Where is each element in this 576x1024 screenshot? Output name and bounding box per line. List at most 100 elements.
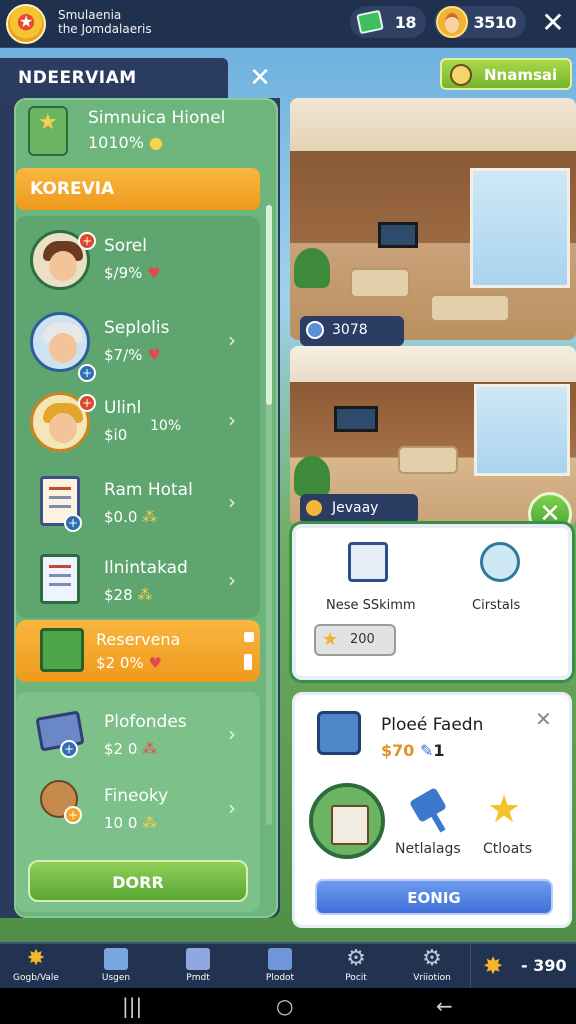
gear-icon: ⚙ xyxy=(346,946,366,971)
scrollbar-thumb[interactable] xyxy=(266,205,272,405)
scrollbar[interactable] xyxy=(266,205,272,825)
nav-label: Usgen xyxy=(101,973,131,983)
item-value: $/9% ♥ xyxy=(104,264,161,282)
plant xyxy=(294,456,330,496)
tv xyxy=(378,222,418,248)
tv xyxy=(334,406,378,432)
heart-icon: ♥ xyxy=(147,264,161,282)
build-card: Nese SSkimm Cirstals ★ 200 xyxy=(292,524,572,680)
list-item[interactable]: + Plofondes $2 0 ⁂ › xyxy=(16,698,260,776)
nav-item-gogb[interactable]: ✸ Gogb/Vale xyxy=(0,944,72,988)
app-title-line1: Smulaenia xyxy=(58,8,122,22)
item-name: Seplolis xyxy=(104,318,170,338)
window xyxy=(474,384,570,476)
dorr-button[interactable]: DORR xyxy=(28,860,248,902)
room-tag-1: 3078 xyxy=(300,316,404,346)
close-icon[interactable]: ✕ xyxy=(538,8,568,38)
item-extra: 10% xyxy=(150,418,182,434)
close-icon[interactable]: ✕ xyxy=(535,707,552,731)
profile-header: Simnuica Hionel 1010% ● xyxy=(16,100,276,164)
item-name: Plofondes xyxy=(104,712,187,732)
cash-icon: ⁂ xyxy=(142,740,158,758)
room-tag-2: Jevaay xyxy=(300,494,418,524)
profile-value: 1010% ● xyxy=(88,133,163,152)
plus-icon: + xyxy=(64,514,82,532)
coin-icon xyxy=(306,500,322,516)
room-tag-1-value: 3078 xyxy=(332,322,368,338)
app-title: Smulaenia the Jomdalaeris xyxy=(58,8,152,36)
panel-header: NDEERVIAM xyxy=(0,58,228,98)
coin-counter[interactable]: 3510 xyxy=(434,6,526,38)
coin-value: 3510 xyxy=(473,13,516,32)
item-name: Ram Hotal xyxy=(104,480,193,500)
avatar xyxy=(30,312,90,372)
search-icon xyxy=(450,64,472,86)
room-preview-1[interactable] xyxy=(290,98,576,340)
energy-value: - 390 xyxy=(521,956,567,975)
plus-icon: + xyxy=(64,806,82,824)
cash-icon: ⁂ xyxy=(137,586,153,604)
name-button-label: Nnamsai xyxy=(484,66,558,84)
heart-icon: ♥ xyxy=(147,346,161,364)
list-item[interactable]: Ilnintakad $28 ⁂ › xyxy=(16,544,260,622)
room-tag-2-value: Jevaay xyxy=(332,500,379,516)
list-item[interactable]: + Seplolis $7/% ♥ › xyxy=(16,304,260,382)
nav-label: Plodot xyxy=(265,973,295,983)
hammer-icon[interactable] xyxy=(409,787,447,823)
name-button[interactable]: Nnamsai xyxy=(440,58,572,90)
map-icon xyxy=(268,948,292,970)
bottom-nav: ✸ Gogb/Vale Usgen Pmdt Plodot ⚙ Pocit ⚙ … xyxy=(0,942,576,988)
reserve-value: $2 0% ♥ xyxy=(96,654,162,672)
cash-counter[interactable]: 18 xyxy=(350,6,426,38)
app-logo-icon xyxy=(6,4,46,44)
reserve-name: Reservena xyxy=(96,630,181,649)
nav-label: Vriiotion xyxy=(413,973,451,983)
cash-icon xyxy=(356,9,384,35)
list-item[interactable]: + Ulinl $i0 10% › xyxy=(16,384,260,462)
nav-label: Pmdt xyxy=(186,973,210,983)
upgrade-card: Ploeé Faedn $70 ✎1 ✕ ★ Netlalags Ctloats… xyxy=(292,692,572,928)
chevron-right-icon: › xyxy=(228,408,236,432)
chevron-right-icon: › xyxy=(228,796,236,820)
item-name: Fineoky xyxy=(104,786,169,806)
sofa xyxy=(398,446,458,474)
cost-button[interactable]: ★ 200 xyxy=(314,624,396,656)
list-item[interactable]: + Sorel $/9% ♥ xyxy=(16,222,260,300)
paper-stack-icon[interactable] xyxy=(309,783,385,859)
nav-item-plodot[interactable]: Plodot xyxy=(244,944,316,988)
upgrade-cost: $70 ✎1 xyxy=(381,741,445,760)
item-name: Sorel xyxy=(104,236,147,256)
card-label-right: Cirstals xyxy=(472,598,521,613)
back-icon[interactable]: ← xyxy=(436,994,453,1018)
top-bar: Smulaenia the Jomdalaeris 18 3510 ✕ xyxy=(0,0,576,48)
lock-icon xyxy=(244,632,254,642)
nav-item-pmdt[interactable]: Pmdt xyxy=(162,944,234,988)
recent-apps-icon[interactable]: ||| xyxy=(122,994,142,1018)
nav-label: Gogb/Vale xyxy=(13,973,59,983)
plus-icon: + xyxy=(78,364,96,382)
star-icon[interactable]: ★ xyxy=(487,787,521,831)
sofa xyxy=(350,268,410,298)
reserve-item[interactable]: Reservena $2 0% ♥ xyxy=(16,620,260,682)
newspaper-icon[interactable] xyxy=(348,542,388,582)
system-nav-bar: ||| ○ ← xyxy=(0,988,576,1024)
wrench-icon xyxy=(306,321,324,339)
option-label-left: Netlalags xyxy=(395,841,461,857)
list-item[interactable]: + Ram Hotal $0.0 ⁂ › xyxy=(16,466,260,544)
cash-icon: ⁂ xyxy=(142,508,158,526)
panel-close-icon[interactable]: ✕ xyxy=(244,62,276,94)
nav-item-usgen[interactable]: Usgen xyxy=(80,944,152,988)
item-value: 10 0 ⁂ xyxy=(104,814,158,832)
clipboard-icon xyxy=(40,554,80,604)
panel-title: NDEERVIAM xyxy=(18,68,137,88)
toggle-icon[interactable] xyxy=(244,654,252,670)
crystal-icon[interactable] xyxy=(480,542,520,582)
option-label-right: Ctloats xyxy=(483,841,533,857)
star-badge-icon xyxy=(28,106,68,156)
nav-item-vriiotion[interactable]: ⚙ Vriiotion xyxy=(396,944,468,988)
chevron-right-icon: › xyxy=(228,722,236,746)
home-icon[interactable]: ○ xyxy=(276,994,293,1018)
list-item[interactable]: + Fineoky 10 0 ⁂ › xyxy=(16,772,260,850)
eonig-button[interactable]: EONIG xyxy=(315,879,553,915)
nav-item-pocit[interactable]: ⚙ Pocit xyxy=(320,944,392,988)
